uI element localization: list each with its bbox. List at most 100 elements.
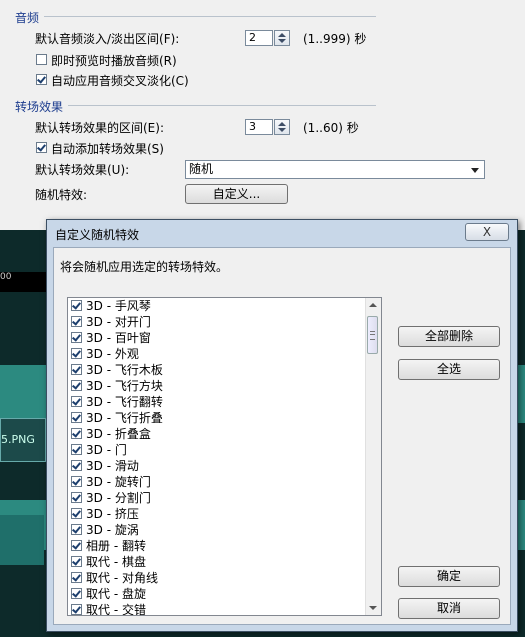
effect-checkbox[interactable] [71,348,82,359]
list-item[interactable]: 3D - 飞行方块 [68,378,366,394]
list-item[interactable]: 3D - 百叶窗 [68,330,366,346]
effect-label: 取代 - 棋盘 [86,555,146,569]
scroll-down-icon[interactable] [369,606,377,610]
list-item[interactable]: 取代 - 盘旋 [68,586,366,602]
effect-label: 3D - 旋涡 [86,523,139,537]
effect-label: 3D - 滑动 [86,459,139,473]
list-item[interactable]: 3D - 挤压 [68,506,366,522]
effect-label: 3D - 飞行折叠 [86,411,163,425]
list-item[interactable]: 3D - 手风琴 [68,298,366,314]
custom-random-effects-dialog: 自定义随机特效 X 将会随机应用选定的转场特效。 3D - 手风琴 3D - 对开… [46,219,518,632]
effect-checkbox[interactable] [71,572,82,583]
auto-add-transition-label: 自动添加转场效果(S) [51,142,164,156]
section-divider [68,105,376,106]
effect-checkbox[interactable] [71,396,82,407]
preferences-panel: 音频 默认音频淡入/淡出区间(F): 2 (1..999) 秒 即时预览时播放音… [0,0,525,230]
fade-duration-range: (1..999) 秒 [303,32,367,46]
transition-effects-list[interactable]: 3D - 手风琴 3D - 对开门 3D - 百叶窗 3D - 外观 3D - 飞行木板… [67,297,382,616]
effect-label: 3D - 飞行方块 [86,379,163,393]
preview-audio-label: 即时预览时播放音频(R) [51,54,177,68]
list-item[interactable]: 3D - 飞行折叠 [68,410,366,426]
effect-label: 3D - 外观 [86,347,139,361]
list-item[interactable]: 3D - 门 [68,442,366,458]
effect-checkbox[interactable] [71,364,82,375]
effect-checkbox[interactable] [71,380,82,391]
effect-label: 取代 - 对角线 [86,571,158,585]
crossfade-label: 自动应用音频交叉淡化(C) [51,74,189,88]
effect-label: 3D - 门 [86,443,127,457]
effect-checkbox[interactable] [71,492,82,503]
select-all-button[interactable]: 全选 [398,359,500,380]
effect-checkbox[interactable] [71,316,82,327]
list-item[interactable]: 3D - 旋转门 [68,474,366,490]
transition-duration-label: 默认转场效果的区间(E): [35,121,164,135]
effect-checkbox[interactable] [71,332,82,343]
effect-checkbox[interactable] [71,604,82,615]
effect-checkbox[interactable] [71,540,82,551]
effect-checkbox[interactable] [71,412,82,423]
list-item[interactable]: 3D - 折叠盒 [68,426,366,442]
effect-checkbox[interactable] [71,476,82,487]
effect-label: 3D - 手风琴 [86,299,151,313]
effect-label: 3D - 对开门 [86,315,151,329]
effect-label: 3D - 飞行翻转 [86,395,163,409]
effect-label: 3D - 分割门 [86,491,151,505]
effect-checkbox[interactable] [71,444,82,455]
effect-label: 3D - 旋转门 [86,475,151,489]
delete-all-button[interactable]: 全部删除 [398,326,500,347]
preview-audio-checkbox[interactable] [36,54,47,65]
dialog-description: 将会随机应用选定的转场特效。 [60,260,229,274]
audio-section-title: 音频 [15,11,40,25]
scroll-up-icon[interactable] [369,303,377,307]
effect-label: 取代 - 盘旋 [86,587,146,601]
effect-label: 3D - 挤压 [86,507,139,521]
effect-checkbox[interactable] [71,460,82,471]
list-item[interactable]: 取代 - 对角线 [68,570,366,586]
list-item[interactable]: 3D - 外观 [68,346,366,362]
effect-checkbox[interactable] [71,588,82,599]
scroll-thumb[interactable] [367,316,378,354]
crossfade-checkbox[interactable] [36,74,47,85]
timeline-clip-thumbnail[interactable] [0,515,44,565]
close-icon: X [482,225,492,239]
section-divider [44,16,376,17]
list-item[interactable]: 3D - 滑动 [68,458,366,474]
default-transition-label: 默认转场效果(U): [35,163,130,177]
list-items: 3D - 手风琴 3D - 对开门 3D - 百叶窗 3D - 外观 3D - 飞行木板… [68,298,366,616]
effect-label: 取代 - 交错 [86,603,146,616]
auto-add-transition-checkbox[interactable] [36,142,47,153]
effect-label: 3D - 折叠盒 [86,427,151,441]
dialog-title: 自定义随机特效 [55,228,140,242]
list-item[interactable]: 取代 - 棋盘 [68,554,366,570]
fade-duration-input[interactable]: 2 [245,30,273,46]
ok-button[interactable]: 确定 [398,566,500,587]
effect-label: 3D - 百叶窗 [86,331,151,345]
close-button[interactable]: X [465,223,509,241]
effect-checkbox[interactable] [71,428,82,439]
list-item[interactable]: 3D - 分割门 [68,490,366,506]
fade-duration-label: 默认音频淡入/淡出区间(F): [35,32,180,46]
effect-label: 3D - 飞行木板 [86,363,163,377]
list-item[interactable]: 3D - 飞行木板 [68,362,366,378]
random-effect-label: 随机特效: [35,188,88,202]
cancel-button[interactable]: 取消 [398,598,500,619]
timeline-clip[interactable]: 5.PNG [0,418,46,462]
list-item[interactable]: 取代 - 交错 [68,602,366,616]
dialog-body: 将会随机应用选定的转场特效。 3D - 手风琴 3D - 对开门 3D - 百叶窗 3… [53,247,511,625]
effect-checkbox[interactable] [71,524,82,535]
effect-checkbox[interactable] [71,556,82,567]
transition-duration-input[interactable]: 3 [245,119,273,135]
list-scrollbar[interactable] [365,298,381,615]
transition-duration-range: (1..60) 秒 [303,121,359,135]
effect-checkbox[interactable] [71,508,82,519]
list-item[interactable]: 3D - 飞行翻转 [68,394,366,410]
list-item[interactable]: 3D - 旋涡 [68,522,366,538]
customize-button[interactable]: 自定义... [185,184,288,204]
list-item[interactable]: 3D - 对开门 [68,314,366,330]
effect-checkbox[interactable] [71,300,82,311]
transition-duration-spinner[interactable] [274,119,290,135]
fade-duration-spinner[interactable] [274,30,290,46]
list-item[interactable]: 相册 - 翻转 [68,538,366,554]
default-transition-select[interactable]: 随机 [185,160,485,179]
default-transition-value: 随机 [189,162,214,176]
